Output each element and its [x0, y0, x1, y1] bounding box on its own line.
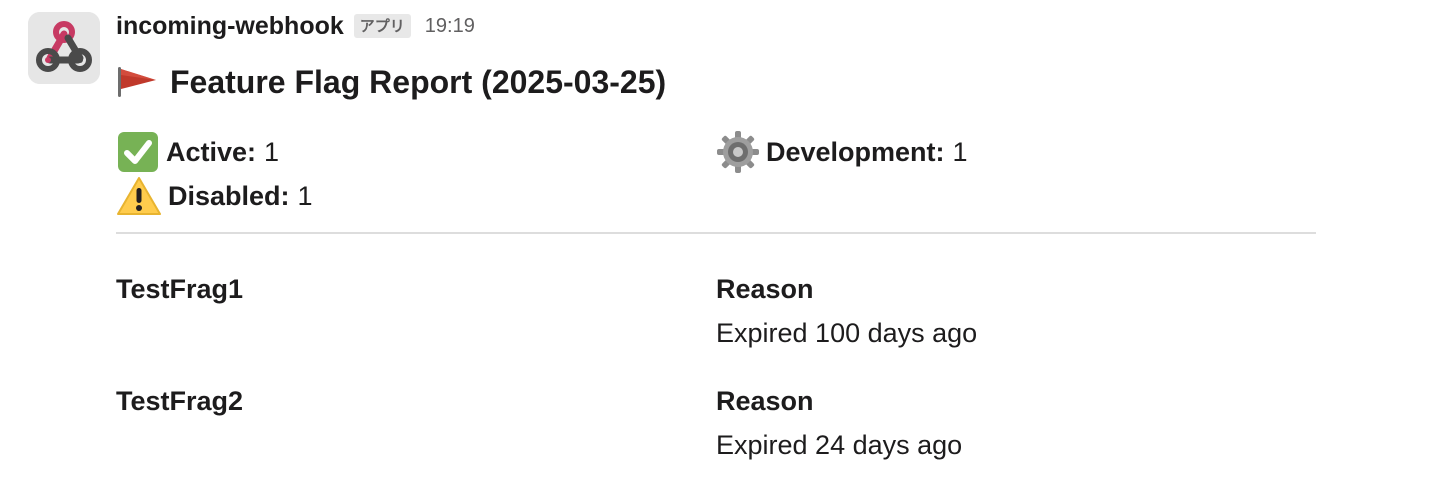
report-title-row: Feature Flag Report (2025-03-25)	[116, 58, 666, 106]
check-mark-icon	[116, 132, 160, 172]
summary-disabled-value: 1	[297, 180, 313, 211]
summary-disabled-label: Disabled:	[168, 180, 290, 211]
webhook-avatar[interactable]	[28, 12, 100, 84]
flag-reason-value: Expired 24 days ago	[716, 430, 963, 460]
flag-reason-label: Reason	[716, 274, 814, 304]
flag-name: TestFrag1	[116, 274, 244, 304]
summary-active-value: 1	[264, 136, 280, 167]
flag-reason-value: Expired 100 days ago	[716, 318, 978, 348]
summary-disabled: Disabled: 1	[116, 174, 313, 218]
message-header: incoming-webhook アプリ 19:19	[116, 8, 475, 44]
red-flag-icon	[116, 65, 158, 99]
report-title: Feature Flag Report (2025-03-25)	[170, 63, 667, 100]
section-divider	[116, 232, 1316, 234]
webhook-icon	[28, 12, 100, 84]
webhook-message: incoming-webhook アプリ 19:19 Feature Flag …	[0, 0, 1440, 490]
flag-name: TestFrag2	[116, 386, 244, 416]
summary-active: Active: 1	[116, 130, 279, 174]
flag-reason-label: Reason	[716, 386, 814, 416]
app-badge: アプリ	[353, 14, 411, 38]
summary-development: Development: 1	[716, 130, 968, 174]
gear-icon	[716, 130, 760, 174]
warning-icon	[116, 176, 162, 216]
message-timestamp[interactable]: 19:19	[425, 15, 475, 38]
sender-name[interactable]: incoming-webhook	[116, 12, 344, 41]
summary-development-value: 1	[952, 136, 968, 167]
summary-development-label: Development:	[766, 136, 945, 167]
summary-active-label: Active:	[166, 136, 257, 167]
